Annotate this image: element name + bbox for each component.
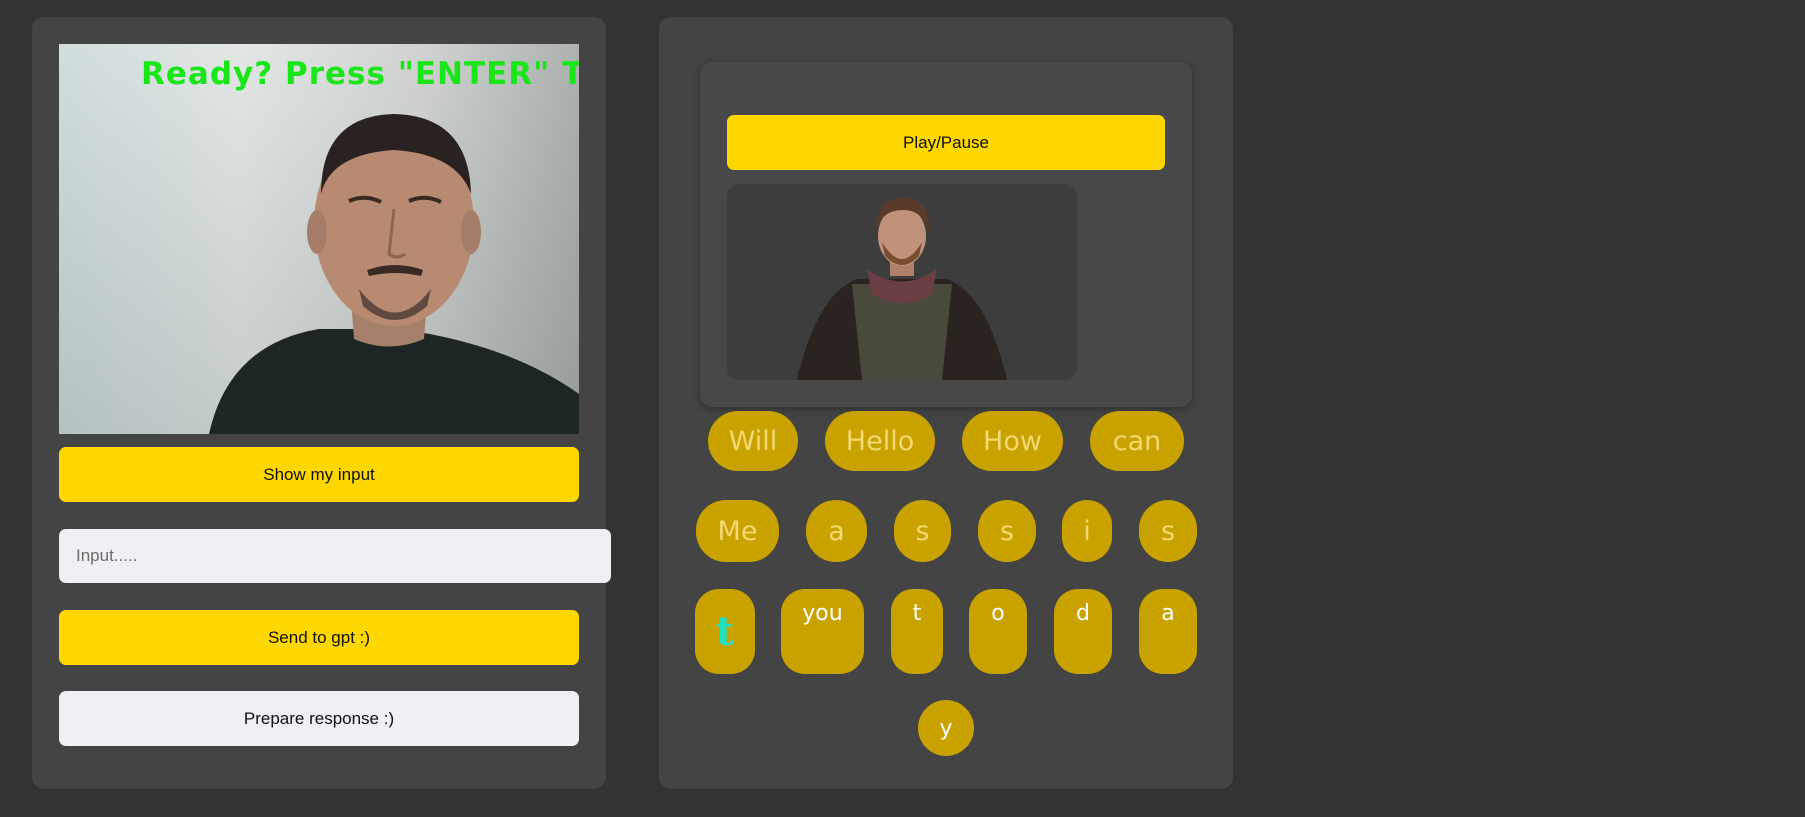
send-to-gpt-button[interactable]: Send to gpt :) (59, 610, 579, 665)
word-chip-will[interactable]: Will (708, 411, 798, 471)
avatar-video[interactable] (727, 184, 1077, 380)
letter-chip-i[interactable]: i (1062, 500, 1112, 562)
letter-chip-s[interactable]: s (1139, 500, 1197, 562)
letter-chip-t[interactable]: t (891, 589, 943, 674)
play-pause-button[interactable]: Play/Pause (727, 115, 1165, 170)
right-panel: Play/Pause Will Hello How can Me a s s i… (659, 17, 1233, 789)
letter-chip-s[interactable]: s (894, 500, 951, 562)
webcam-feed: Ready? Press "ENTER" TO (59, 44, 579, 434)
webcam-person-image (209, 114, 579, 434)
input-field[interactable] (59, 529, 611, 583)
word-chip-how[interactable]: How (962, 411, 1063, 471)
left-panel: Ready? Press "ENTER" TO Show my input Se… (32, 17, 611, 789)
word-chip-you[interactable]: you (781, 589, 864, 674)
letter-chip-d[interactable]: d (1054, 589, 1112, 674)
letter-chip-a[interactable]: a (1139, 589, 1197, 674)
letter-chip-y[interactable]: y (918, 700, 974, 756)
word-chip-hello[interactable]: Hello (825, 411, 935, 471)
avatar-figure-image (797, 198, 1007, 380)
word-chip-can[interactable]: can (1090, 411, 1184, 471)
letter-chip-t-highlighted[interactable]: t (695, 589, 755, 674)
letter-chip-a[interactable]: a (806, 500, 867, 562)
webcam-overlay-text: Ready? Press "ENTER" TO (141, 56, 579, 92)
letter-chip-o[interactable]: o (969, 589, 1027, 674)
show-my-input-button[interactable]: Show my input (59, 447, 579, 502)
letter-chip-s[interactable]: s (978, 500, 1036, 562)
word-chip-me[interactable]: Me (696, 500, 779, 562)
prepare-response-button[interactable]: Prepare response :) (59, 691, 579, 746)
